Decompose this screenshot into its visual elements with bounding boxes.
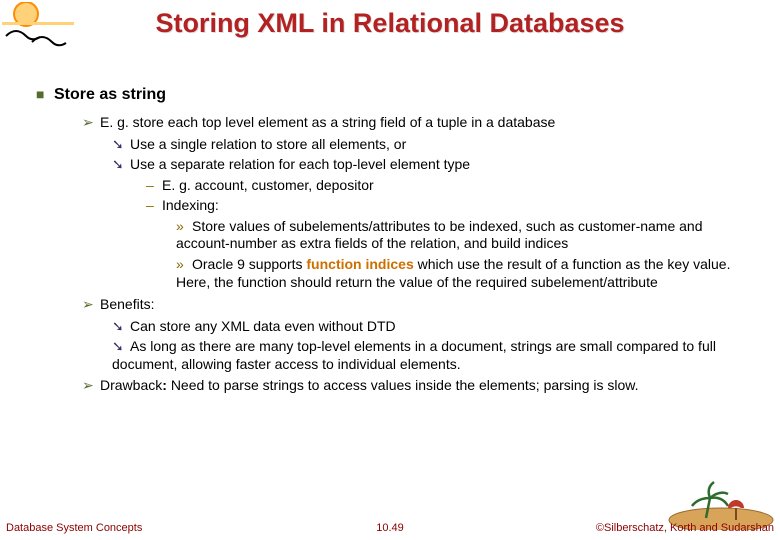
point-example-store: ➢E. g. store each top level element as a… [36,114,756,132]
slide-title: Storing XML in Relational Databases [0,8,780,39]
text: Benefits: [100,296,154,312]
raquo-icon: » [176,256,192,274]
chevron-right-icon: ➢ [82,114,100,132]
island-decor-icon [666,470,776,530]
point-drawback: ➢Drawback: Need to parse strings to acce… [36,377,756,395]
arrow-down-icon: ➘ [112,318,130,336]
arrow-down-icon: ➘ [112,156,130,174]
heading-store-as-string: ■Store as string [36,86,756,104]
slide: Storing XML in Relational Databases ■Sto… [0,0,780,540]
point-benefits: ➢Benefits: [36,296,756,314]
slide-body: ■Store as string ➢E. g. store each top l… [36,86,756,399]
point-indexing: –Indexing: [36,197,756,215]
text: Store values of subelements/attributes t… [176,218,703,252]
text: Use a single relation to store all eleme… [130,136,406,152]
heading-text: Store as string [54,86,166,103]
dash-icon: – [146,177,162,195]
text: E. g. account, customer, depositor [162,177,374,193]
text: Can store any XML data even without DTD [130,318,396,334]
point-store-any-xml: ➘Can store any XML data even without DTD [36,318,756,336]
chevron-right-icon: ➢ [82,296,100,314]
point-single-relation: ➘Use a single relation to store all elem… [36,136,756,154]
highlight-function-indices: function indices [306,256,413,272]
dash-icon: – [146,197,162,215]
chevron-right-icon: ➢ [82,377,100,395]
point-store-values: »Store values of subelements/attributes … [36,218,756,254]
point-oracle9: »Oracle 9 supports function indices whic… [36,256,756,292]
point-strings-small: ➘As long as there are many top-level ele… [36,338,756,373]
square-bullet-icon: ■ [36,86,54,102]
arrow-down-icon: ➘ [112,338,130,356]
text: Indexing: [162,197,219,213]
point-separate-relation: ➘Use a separate relation for each top-le… [36,156,756,174]
text: As long as there are many top-level elem… [112,338,716,372]
text: : [162,377,171,393]
arrow-down-icon: ➘ [112,136,130,154]
text: Oracle 9 supports [192,256,306,272]
raquo-icon: » [176,218,192,236]
text: Drawback [100,377,162,393]
text: Need to parse strings to access values i… [171,377,639,393]
text: Use a separate relation for each top-lev… [130,156,470,172]
footer-copyright: ©Silberschatz, Korth and Sudarshan [596,522,774,534]
text: E. g. store each top level element as a … [100,114,555,130]
point-account-customer: –E. g. account, customer, depositor [36,177,756,195]
